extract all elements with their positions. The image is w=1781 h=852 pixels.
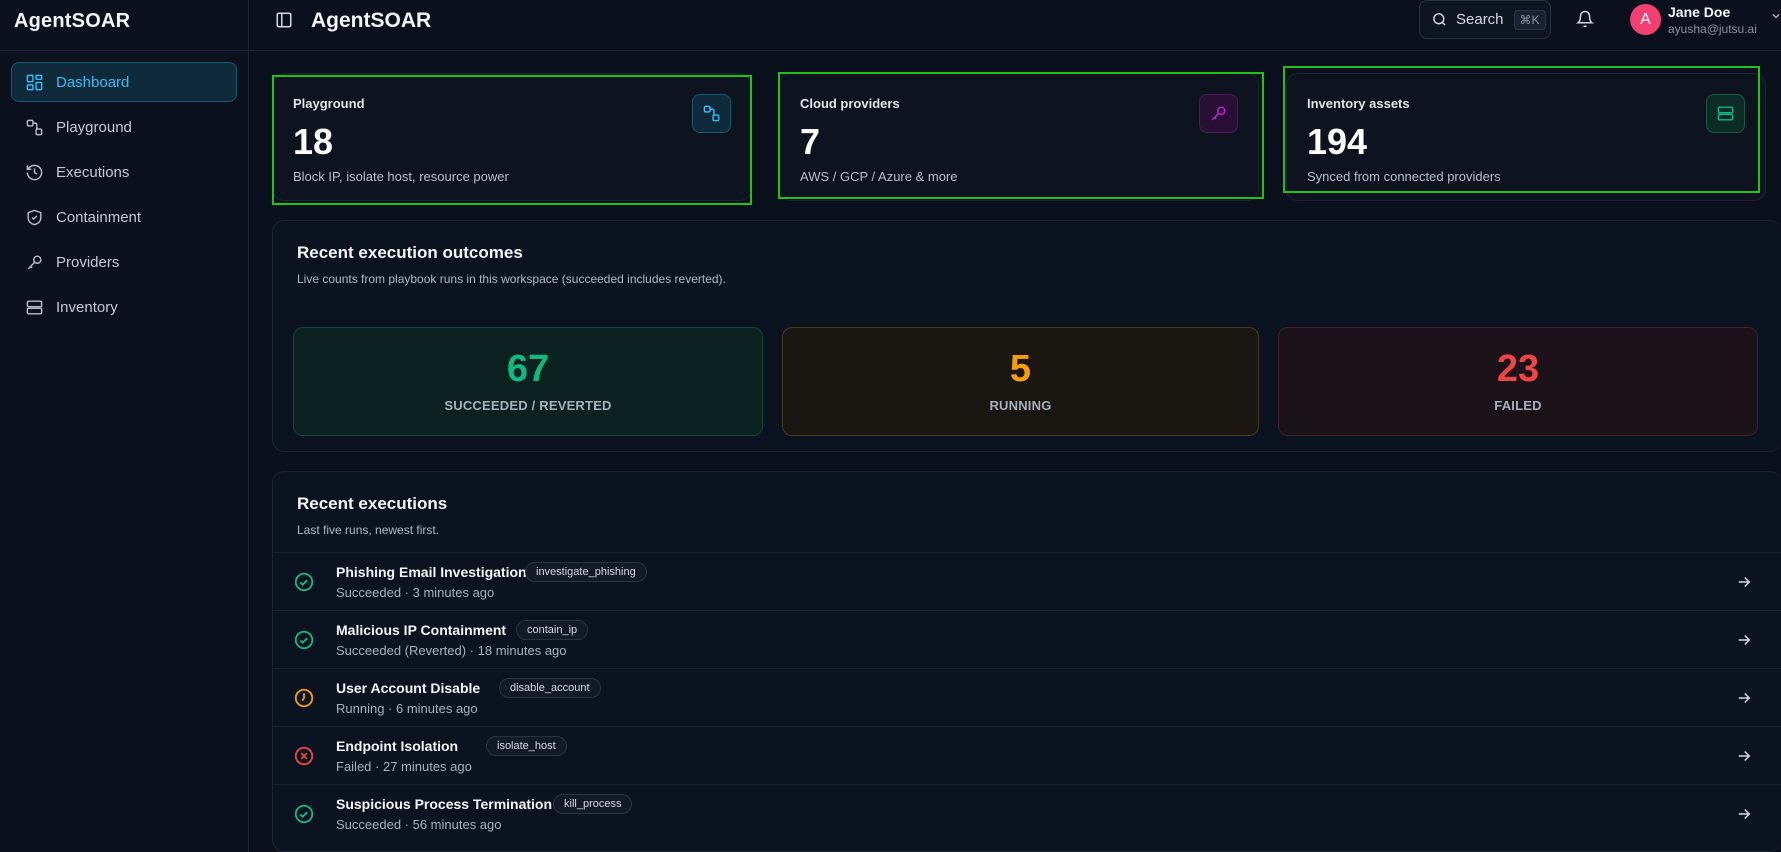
arrow-right-icon[interactable]: [1735, 805, 1753, 823]
execution-row[interactable]: Suspicious Process Termination kill_proc…: [273, 784, 1781, 842]
section-subtitle: Last five runs, newest first.: [297, 523, 440, 537]
execution-name: User Account Disable: [336, 680, 481, 696]
playbook-tag: isolate_host: [486, 736, 567, 756]
sidebar-item-label: Dashboard: [56, 73, 130, 91]
execution-row[interactable]: Malicious IP Containment contain_ip Succ…: [273, 610, 1781, 668]
outcome-label: SUCCEEDED / REVERTED: [444, 398, 612, 413]
search-shortcut: ⌘K: [1513, 9, 1546, 30]
executions-list: Phishing Email Investigation investigate…: [273, 552, 1781, 842]
sidebar-item-containment[interactable]: Containment: [11, 197, 237, 237]
stat-value: 7: [800, 121, 821, 162]
sidebar-item-label: Providers: [56, 253, 120, 271]
sidebar-item-label: Containment: [56, 208, 142, 226]
stat-label: Cloud providers: [800, 96, 900, 111]
chevron-down-icon[interactable]: [1770, 9, 1781, 21]
x-circle-icon: [293, 745, 315, 767]
stat-description: AWS / GCP / Azure & more: [800, 169, 958, 184]
avatar[interactable]: A: [1630, 4, 1661, 35]
check-circle-icon: [293, 803, 315, 825]
search-icon: [1433, 13, 1446, 26]
sidebar-nav: Dashboard Playground Executions Containm…: [11, 62, 237, 332]
sidebar-item-label: Inventory: [56, 298, 118, 316]
playbook-tag: investigate_phishing: [525, 562, 647, 582]
arrow-right-icon[interactable]: [1735, 573, 1753, 591]
execution-name: Malicious IP Containment: [336, 622, 507, 638]
sidebar-item-executions[interactable]: Executions: [11, 152, 237, 192]
stat-card-cloud-providers[interactable]: Cloud providers 7 AWS / GCP / Azure & mo…: [779, 73, 1259, 201]
stat-label: Inventory assets: [1307, 96, 1410, 111]
key-icon: [24, 252, 44, 272]
workflow-icon: [692, 94, 731, 133]
app-brand: AgentSOAR: [14, 10, 131, 32]
server-icon: [1706, 94, 1745, 133]
section-title: Recent execution outcomes: [297, 243, 523, 262]
outcomes-panel: Recent execution outcomes Live counts fr…: [272, 220, 1781, 452]
dashboard-grid-icon: [24, 72, 44, 92]
shield-icon: [24, 207, 44, 227]
playbook-tag: contain_ip: [516, 620, 589, 640]
server-icon: [24, 297, 44, 317]
stat-description: Block IP, isolate host, resource power: [293, 169, 509, 184]
stat-card-inventory-assets[interactable]: Inventory assets 194 Synced from connect…: [1286, 73, 1766, 201]
stat-card-playground[interactable]: Playground 18 Block IP, isolate host, re…: [272, 73, 752, 201]
outcome-label: FAILED: [1494, 398, 1542, 413]
arrow-right-icon[interactable]: [1735, 631, 1753, 649]
outcome-value: 23: [1496, 348, 1540, 390]
arrow-right-icon[interactable]: [1735, 747, 1753, 765]
execution-meta: Succeeded (Reverted) · 18 minutes ago: [336, 643, 567, 658]
outcome-card-succeeded: 67 SUCCEEDED / REVERTED: [293, 327, 763, 436]
top-header: AgentSOAR Search ⌘K A Jane Doe ayusha@ju…: [250, 0, 1781, 51]
user-email: ayusha@jutsu.ai: [1668, 22, 1757, 36]
sidebar-item-inventory[interactable]: Inventory: [11, 287, 237, 327]
bell-icon[interactable]: [1575, 10, 1595, 28]
history-icon: [24, 162, 44, 182]
check-circle-icon: [293, 571, 315, 593]
outcome-value: 5: [1009, 348, 1032, 390]
sidebar-toggle-icon[interactable]: [275, 11, 293, 29]
user-name[interactable]: Jane Doe: [1668, 4, 1730, 20]
outcome-card-failed: 23 FAILED: [1278, 327, 1758, 436]
execution-meta: Failed · 27 minutes ago: [336, 759, 472, 774]
execution-meta: Running · 6 minutes ago: [336, 701, 478, 716]
search-label: Search: [1456, 11, 1504, 28]
workflow-icon: [24, 117, 44, 137]
execution-meta: Succeeded · 3 minutes ago: [336, 585, 495, 600]
sidebar-item-playground[interactable]: Playground: [11, 107, 237, 147]
recent-executions-panel: Recent executions Last five runs, newest…: [272, 471, 1781, 852]
playbook-tag: kill_process: [553, 794, 633, 814]
playbook-tag: disable_account: [499, 678, 601, 698]
outcome-card-running: 5 RUNNING: [782, 327, 1259, 436]
execution-meta: Succeeded · 56 minutes ago: [336, 817, 502, 832]
sidebar-item-label: Playground: [56, 118, 132, 136]
section-subtitle: Live counts from playbook runs in this w…: [297, 272, 726, 286]
stat-label: Playground: [293, 96, 365, 111]
execution-row[interactable]: User Account Disable disable_account Run…: [273, 668, 1781, 726]
sidebar-item-label: Executions: [56, 163, 130, 181]
stat-value: 18: [293, 121, 334, 162]
execution-name: Phishing Email Investigation: [336, 564, 527, 580]
stat-value: 194: [1307, 121, 1368, 162]
outcome-label: RUNNING: [989, 398, 1052, 413]
execution-name: Endpoint Isolation: [336, 738, 459, 754]
stat-description: Synced from connected providers: [1307, 169, 1501, 184]
check-circle-icon: [293, 629, 315, 651]
section-title: Recent executions: [297, 494, 448, 513]
key-icon: [1199, 94, 1238, 133]
sidebar-divider: [0, 50, 249, 51]
arrow-right-icon[interactable]: [1735, 689, 1753, 707]
sidebar-item-dashboard[interactable]: Dashboard: [11, 62, 237, 102]
sidebar: AgentSOAR Dashboard Playground Execution…: [0, 0, 249, 852]
page-title: AgentSOAR: [311, 9, 432, 32]
execution-name: Suspicious Process Termination: [336, 796, 553, 812]
execution-row[interactable]: Endpoint Isolation isolate_host Failed ·…: [273, 726, 1781, 784]
search-button[interactable]: Search ⌘K: [1419, 0, 1551, 39]
running-clock-icon: [293, 687, 315, 709]
outcome-value: 67: [506, 348, 550, 390]
sidebar-item-providers[interactable]: Providers: [11, 242, 237, 282]
execution-row[interactable]: Phishing Email Investigation investigate…: [273, 552, 1781, 610]
